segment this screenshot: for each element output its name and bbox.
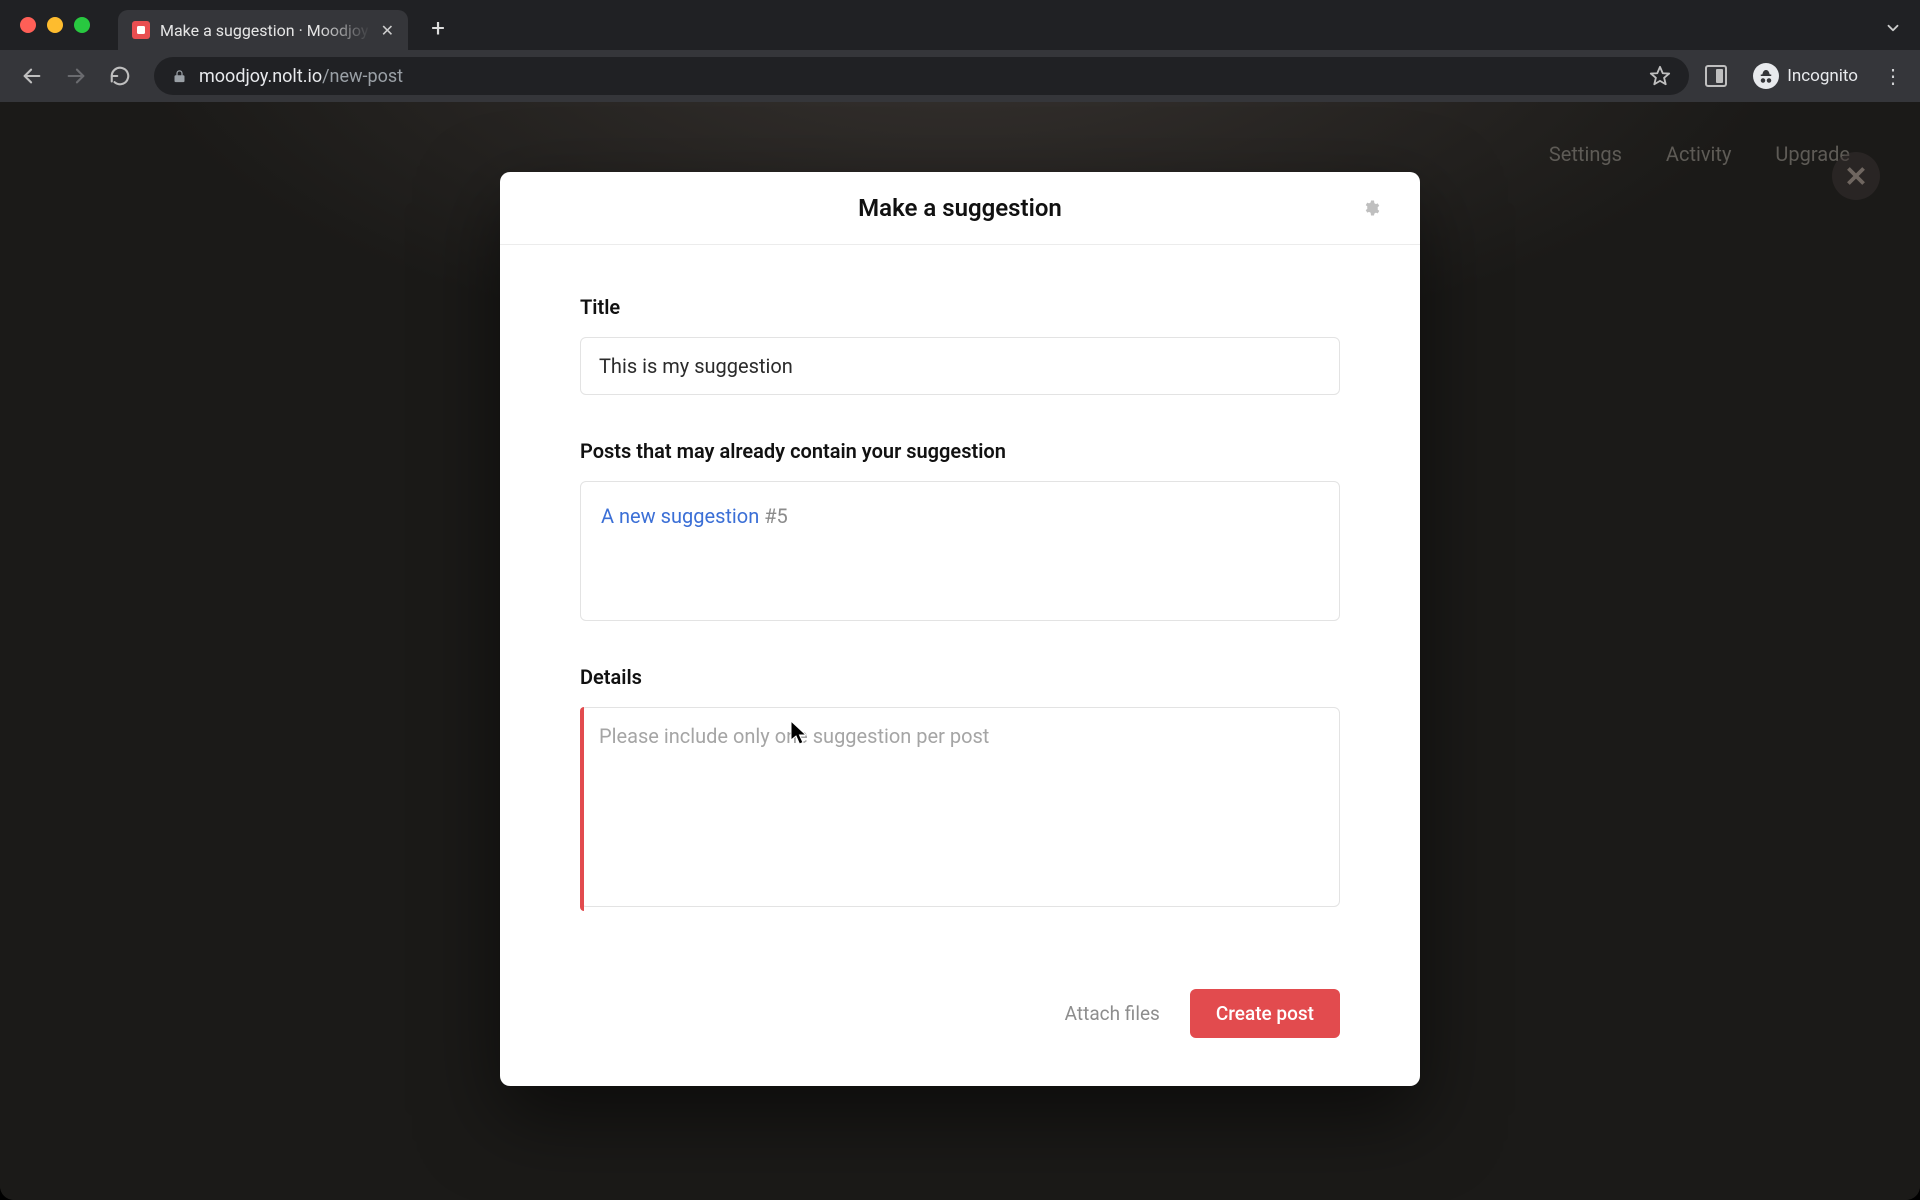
new-tab-button[interactable]: + — [420, 10, 456, 46]
details-section: Details — [580, 665, 1340, 911]
similar-post-number: #5 — [764, 504, 788, 528]
tab-list-chevron-icon[interactable] — [1884, 19, 1902, 37]
tab-title: Make a suggestion · Moodjoy F — [160, 21, 371, 40]
modal-body: Title Posts that may already contain you… — [500, 245, 1420, 979]
nav-settings[interactable]: Settings — [1549, 142, 1622, 166]
back-button[interactable] — [14, 58, 50, 94]
close-tab-icon[interactable]: ✕ — [381, 21, 394, 40]
window-fullscreen-dot[interactable] — [74, 17, 90, 33]
side-panel-icon[interactable] — [1705, 65, 1727, 87]
similar-posts-box: A new suggestion #5 — [580, 481, 1340, 621]
modal-footer: Attach files Create post — [500, 979, 1420, 1086]
incognito-indicator[interactable]: Incognito — [1743, 59, 1868, 93]
page-viewport: Settings Activity Upgrade Make a suggest… — [0, 102, 1920, 1200]
title-section: Title — [580, 295, 1340, 395]
forward-button[interactable] — [58, 58, 94, 94]
modal-title: Make a suggestion — [500, 194, 1420, 222]
window-close-dot[interactable] — [20, 17, 36, 33]
window-minimize-dot[interactable] — [47, 17, 63, 33]
reload-button[interactable] — [102, 58, 138, 94]
background-nav: Settings Activity Upgrade — [1549, 142, 1850, 166]
similar-posts-section: Posts that may already contain your sugg… — [580, 439, 1340, 621]
title-label: Title — [580, 295, 1340, 319]
favicon-icon — [132, 21, 150, 39]
incognito-label: Incognito — [1787, 66, 1858, 86]
similar-posts-label: Posts that may already contain your sugg… — [580, 439, 1340, 463]
incognito-icon — [1753, 63, 1779, 89]
address-bar[interactable]: moodjoy.nolt.io/new-post — [154, 57, 1689, 95]
modal-header: Make a suggestion — [500, 172, 1420, 245]
window-controls — [20, 17, 90, 33]
similar-post-link[interactable]: A new suggestion — [601, 504, 759, 528]
title-input[interactable] — [580, 337, 1340, 395]
details-textarea[interactable] — [580, 707, 1340, 907]
details-label: Details — [580, 665, 1340, 689]
list-item: A new suggestion #5 — [601, 504, 1319, 528]
tab-strip: Make a suggestion · Moodjoy F ✕ + — [0, 0, 1920, 50]
create-post-button[interactable]: Create post — [1190, 989, 1340, 1038]
browser-menu-icon[interactable]: ⋮ — [1878, 64, 1906, 88]
suggestion-modal: Make a suggestion Title Posts that may a… — [500, 172, 1420, 1086]
bookmark-star-icon[interactable] — [1649, 65, 1671, 87]
details-wrap — [580, 707, 1340, 911]
url-host: moodjoy.nolt.io — [199, 66, 322, 87]
page-backdrop: Settings Activity Upgrade Make a suggest… — [0, 102, 1920, 1200]
nav-activity[interactable]: Activity — [1666, 142, 1731, 166]
url-path: /new-post — [322, 66, 403, 87]
browser-toolbar: moodjoy.nolt.io/new-post Incognito ⋮ — [0, 50, 1920, 102]
gear-icon[interactable] — [1362, 199, 1380, 217]
toolbar-right: Incognito ⋮ — [1705, 59, 1906, 93]
lock-icon — [172, 69, 187, 84]
close-modal-button[interactable] — [1832, 152, 1880, 200]
attach-files-button[interactable]: Attach files — [1065, 1002, 1160, 1025]
url-text: moodjoy.nolt.io/new-post — [199, 66, 403, 87]
browser-chrome: Make a suggestion · Moodjoy F ✕ + moodjo… — [0, 0, 1920, 102]
browser-tab[interactable]: Make a suggestion · Moodjoy F ✕ — [118, 10, 408, 50]
